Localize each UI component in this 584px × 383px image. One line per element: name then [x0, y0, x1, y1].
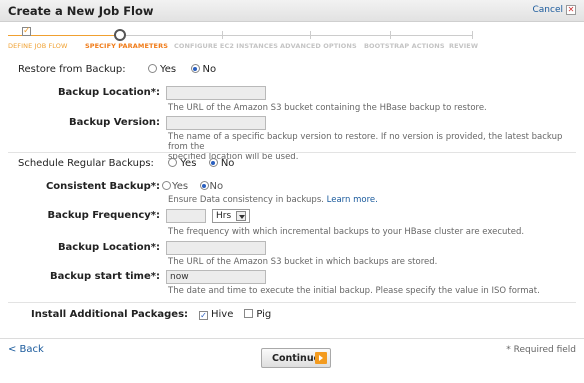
- schedule-location-input[interactable]: [166, 241, 266, 255]
- radio-selected-icon[interactable]: [199, 181, 209, 190]
- close-icon: ✕: [566, 5, 576, 15]
- backup-frequency-help: The frequency with which incremental bac…: [168, 227, 525, 237]
- backup-version-input[interactable]: [166, 116, 266, 130]
- step-tick: [222, 31, 223, 39]
- backup-frequency-input[interactable]: [166, 209, 206, 223]
- install-packages-row: Install Additional Packages: ✓ Hive Pig: [31, 309, 271, 320]
- required-field-note: * Required field: [506, 345, 576, 355]
- consistent-yes-option[interactable]: Yes: [162, 181, 188, 192]
- hive-option[interactable]: ✓ Hive: [199, 309, 233, 320]
- progress-line-remaining: [126, 35, 472, 36]
- schedule-yes-option[interactable]: Yes: [168, 158, 196, 169]
- install-packages-label: Install Additional Packages:: [31, 309, 189, 320]
- cancel-label: Cancel: [532, 5, 564, 15]
- wizard-steps: DEFINE JOB FLOW SPECIFY PARAMETERS CONFI…: [0, 42, 584, 52]
- restore-label: Restore from Backup:: [18, 64, 126, 75]
- schedule-location-help: The URL of the Amazon S3 bucket in which…: [168, 257, 438, 267]
- checkmark-icon: ✓: [22, 26, 31, 36]
- radio-icon[interactable]: [168, 158, 178, 167]
- learn-more-link[interactable]: Learn more.: [327, 195, 378, 205]
- restore-from-backup-row: Restore from Backup: Yes No: [18, 64, 216, 75]
- radio-selected-icon[interactable]: [190, 64, 200, 73]
- schedule-backups-row: Schedule Regular Backups: Yes No: [18, 158, 234, 169]
- schedule-no-option[interactable]: No: [208, 158, 234, 169]
- step-specify-parameters: SPECIFY PARAMETERS: [85, 42, 168, 50]
- step-define-job-flow[interactable]: DEFINE JOB FLOW: [8, 42, 68, 50]
- section-divider: [8, 302, 576, 303]
- restore-location-help: The URL of the Amazon S3 bucket containi…: [168, 103, 487, 113]
- dialog-titlebar: Create a New Job Flow Cancel ✕: [0, 0, 584, 22]
- frequency-unit-select[interactable]: Hrs: [212, 209, 250, 223]
- radio-icon[interactable]: [162, 181, 171, 190]
- dialog-title: Create a New Job Flow: [8, 4, 154, 18]
- step-tick: [390, 31, 391, 39]
- schedule-label: Schedule Regular Backups:: [18, 158, 154, 169]
- restore-no-option[interactable]: No: [190, 64, 216, 75]
- backup-start-time-input[interactable]: now: [166, 270, 266, 284]
- checkbox-checked-icon[interactable]: ✓: [199, 311, 208, 320]
- step-review: REVIEW: [449, 42, 479, 50]
- consistent-no-option[interactable]: No: [199, 181, 223, 192]
- radio-icon[interactable]: [147, 64, 157, 73]
- step-tick: [310, 31, 311, 39]
- continue-button[interactable]: Continue: [261, 348, 331, 368]
- schedule-location-label: Backup Location*:: [57, 242, 160, 253]
- arrow-right-icon: [315, 352, 327, 364]
- backup-frequency-label: Backup Frequency*:: [47, 210, 160, 221]
- radio-selected-icon[interactable]: [208, 158, 218, 167]
- current-step-marker: [114, 29, 126, 41]
- checkbox-icon[interactable]: [244, 309, 254, 318]
- backup-version-label: Backup Version:: [69, 117, 160, 128]
- step-bootstrap-actions: BOOTSTRAP ACTIONS: [364, 42, 445, 50]
- consistent-backup-options: Yes No: [162, 181, 223, 192]
- consistent-backup-help: Ensure Data consistency in backups. Lear…: [168, 195, 378, 205]
- consistent-backup-label: Consistent Backup*:: [45, 181, 160, 192]
- restore-location-label: Backup Location*:: [57, 87, 160, 98]
- step-advanced-options: ADVANCED OPTIONS: [280, 42, 357, 50]
- step-tick: [472, 31, 473, 39]
- step-configure-ec2: CONFIGURE EC2 INSTANCES: [174, 42, 279, 50]
- pig-option[interactable]: Pig: [244, 309, 271, 320]
- footer-divider: [0, 338, 584, 339]
- restore-yes-option[interactable]: Yes: [147, 64, 176, 75]
- backup-start-time-help: The date and time to execute the initial…: [168, 286, 540, 296]
- restore-location-input[interactable]: [166, 86, 266, 100]
- chevron-down-icon: [236, 211, 246, 221]
- backup-start-time-label: Backup start time*:: [49, 271, 160, 282]
- section-divider: [8, 152, 576, 153]
- frequency-unit-value: Hrs: [216, 211, 232, 221]
- continue-label: Continue: [272, 352, 321, 364]
- cancel-button[interactable]: Cancel ✕: [532, 5, 576, 15]
- back-link[interactable]: < Back: [8, 344, 44, 355]
